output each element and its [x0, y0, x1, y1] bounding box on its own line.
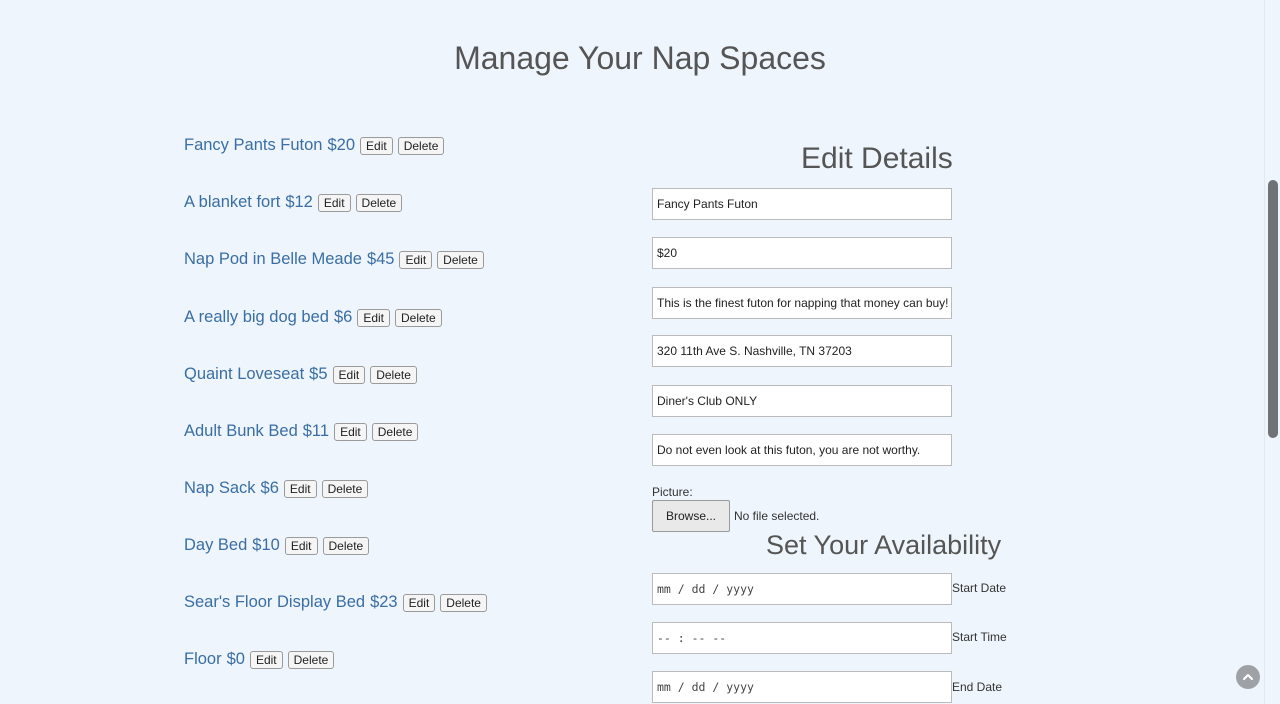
listing-price: $20 — [327, 136, 356, 154]
start-time-label: Start Time — [952, 630, 1007, 644]
edit-button[interactable]: Edit — [360, 136, 393, 155]
listing-name[interactable]: Nap Pod in Belle Meade — [184, 250, 362, 269]
availability-heading: Set Your Availability — [766, 530, 1002, 560]
edit-button[interactable]: Edit — [317, 193, 351, 212]
listing-price: $23 — [370, 593, 398, 611]
edit-button[interactable]: Edit — [332, 365, 366, 384]
delete-button[interactable]: Delete — [287, 650, 335, 669]
start-date-input[interactable]: mm / dd / yyyy — [652, 573, 952, 605]
edit-button[interactable]: Edit — [399, 250, 433, 269]
list-item: Day Bed $10 Edit Delete — [184, 536, 370, 555]
listing-price: $6 — [260, 479, 279, 497]
edit-button[interactable]: Edit — [357, 308, 390, 327]
delete-button[interactable]: Delete — [321, 479, 369, 498]
delete-button[interactable]: Delete — [371, 422, 419, 441]
listing-name[interactable]: Quaint Loveseat — [184, 365, 304, 384]
scroll-to-top-button[interactable] — [1236, 665, 1260, 689]
edit-button[interactable]: Edit — [402, 593, 436, 612]
delete-button[interactable]: Delete — [370, 365, 417, 384]
end-date-input[interactable]: mm / dd / yyyy — [652, 671, 952, 703]
listing-name[interactable]: Floor — [184, 650, 222, 669]
rules-field[interactable]: Do not even look at this futon, you are … — [652, 434, 952, 466]
delete-button[interactable]: Delete — [322, 536, 370, 555]
listing-price: $45 — [366, 250, 395, 268]
description-field[interactable]: This is the finest futon for napping tha… — [652, 287, 952, 319]
start-time-input[interactable]: -- : -- -- — [652, 622, 952, 654]
page-title: Manage Your Nap Spaces — [454, 40, 826, 76]
edit-button[interactable]: Edit — [283, 479, 317, 498]
listing-price: $6 — [333, 308, 353, 326]
list-item: Nap Pod in Belle Meade $45 Edit Delete — [184, 250, 484, 269]
name-field[interactable]: Fancy Pants Futon — [652, 188, 952, 220]
end-date-label: End Date — [952, 680, 1003, 694]
scrollbar-thumb[interactable] — [1268, 180, 1278, 438]
listing-name[interactable]: Sear's Floor Display Bed — [184, 593, 365, 612]
listing-name[interactable]: Day Bed — [184, 536, 247, 555]
list-item: Quaint Loveseat $5 Edit Delete — [184, 365, 417, 384]
delete-button[interactable]: Delete — [440, 593, 487, 612]
address-field[interactable]: 320 11th Ave S. Nashville, TN 37203 — [652, 335, 952, 367]
list-item: Nap Sack $6 Edit Delete — [184, 479, 369, 498]
listing-price: $12 — [285, 193, 313, 211]
payment-field[interactable]: Diner's Club ONLY — [652, 385, 952, 417]
chevron-up-icon — [1243, 674, 1253, 680]
delete-button[interactable]: Delete — [355, 193, 403, 212]
file-status: No file selected. — [734, 509, 820, 523]
listing-price: $0 — [226, 650, 245, 668]
listing-price: $11 — [302, 422, 330, 440]
list-item: Fancy Pants Futon $20 Edit Delete — [184, 136, 445, 155]
list-item: Sear's Floor Display Bed $23 Edit Delete — [184, 593, 487, 612]
listing-price: $5 — [309, 365, 328, 383]
picture-label: Picture: — [652, 485, 693, 499]
edit-button[interactable]: Edit — [334, 422, 367, 441]
scrollbar[interactable] — [1264, 0, 1280, 704]
start-date-label: Start Date — [952, 581, 1007, 595]
list-item: Adult Bunk Bed $11 Edit Delete — [184, 422, 419, 441]
list-item: A blanket fort $12 Edit Delete — [184, 193, 403, 212]
edit-button[interactable]: Edit — [249, 650, 283, 669]
edit-details-heading: Edit Details — [801, 142, 953, 175]
listing-name[interactable]: A blanket fort — [184, 193, 280, 212]
list-item: A really big dog bed $6 Edit Delete — [184, 308, 442, 327]
listing-name[interactable]: Nap Sack — [184, 479, 256, 498]
listing-price: $10 — [252, 536, 280, 554]
delete-button[interactable]: Delete — [395, 308, 442, 327]
delete-button[interactable]: Delete — [397, 136, 445, 155]
listing-name[interactable]: Fancy Pants Futon — [184, 136, 323, 155]
browse-button[interactable]: Browse... — [652, 500, 730, 532]
edit-button[interactable]: Edit — [284, 536, 318, 555]
list-item: Floor $0 Edit Delete — [184, 650, 335, 669]
listing-name[interactable]: A really big dog bed — [184, 308, 329, 327]
delete-button[interactable]: Delete — [437, 250, 484, 269]
price-field[interactable]: $20 — [652, 237, 952, 269]
listing-name[interactable]: Adult Bunk Bed — [184, 422, 298, 441]
